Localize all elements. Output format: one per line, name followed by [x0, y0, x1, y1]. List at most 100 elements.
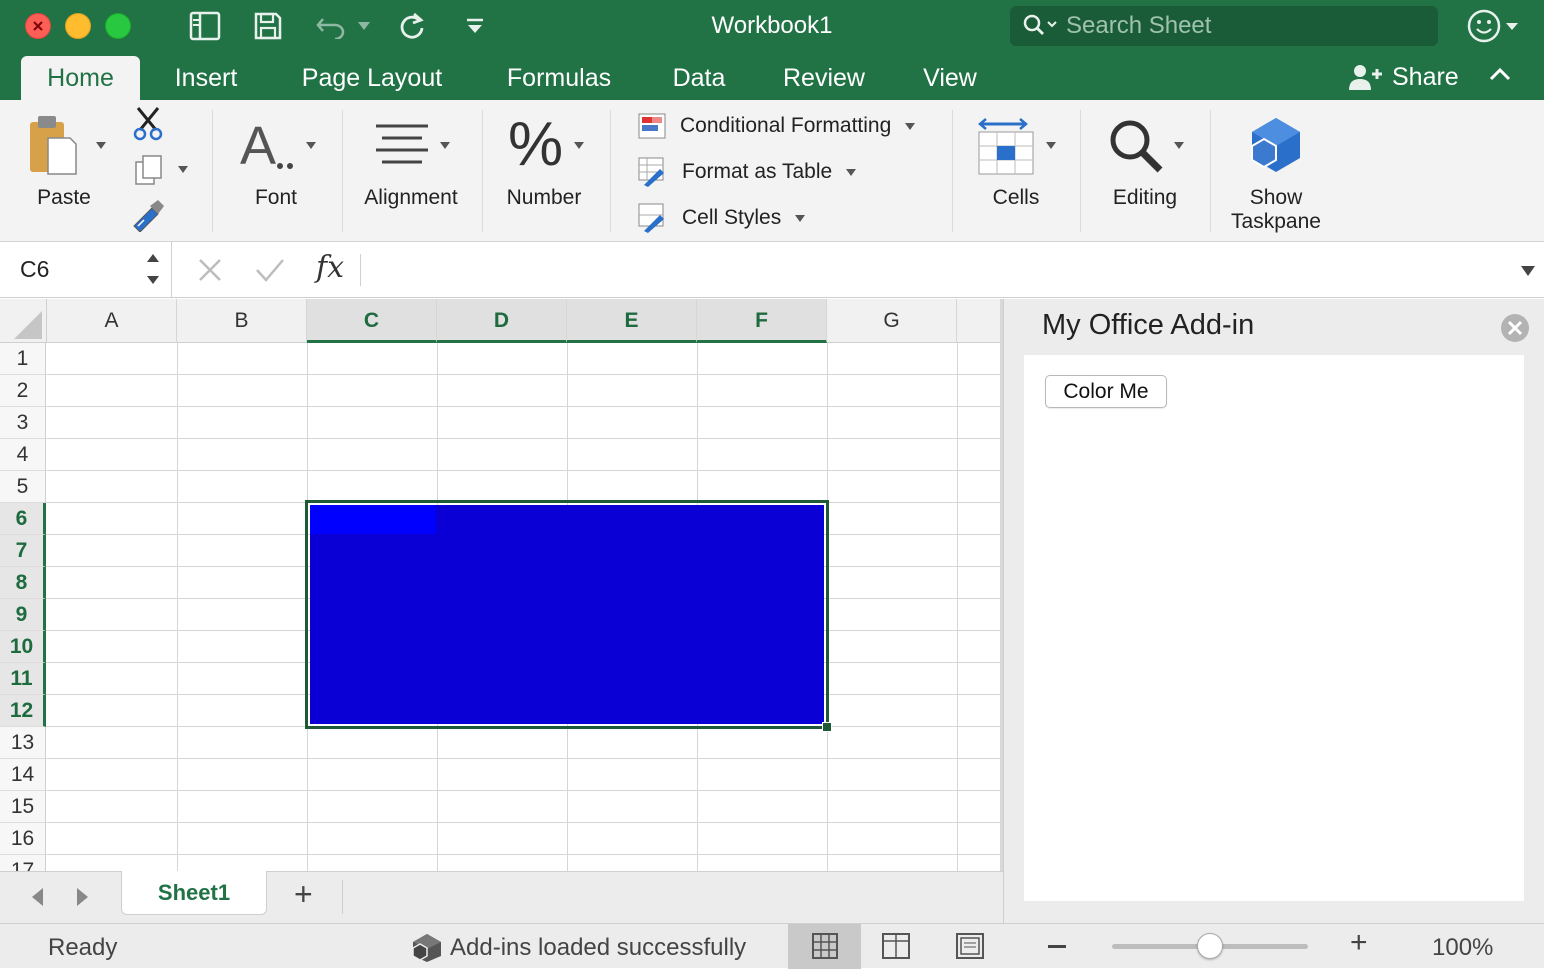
- zoom-in-button[interactable]: +: [1350, 926, 1368, 960]
- name-box[interactable]: C6: [0, 242, 172, 297]
- fill-handle[interactable]: [822, 722, 832, 732]
- sheet-tab-sheet1[interactable]: Sheet1: [121, 871, 267, 915]
- percent-icon[interactable]: %: [508, 112, 563, 178]
- tab-review[interactable]: Review: [770, 56, 878, 100]
- gridline: [177, 343, 178, 871]
- find-magnifier-icon[interactable]: [1106, 116, 1166, 179]
- previous-sheet-arrow-icon[interactable]: [28, 886, 46, 913]
- next-sheet-arrow-icon[interactable]: [74, 886, 92, 913]
- cell-styles-button[interactable]: Cell Styles: [638, 202, 806, 234]
- font-icon[interactable]: A: [240, 116, 300, 179]
- share-button[interactable]: Share: [1348, 58, 1459, 96]
- column-header-e[interactable]: E: [567, 299, 697, 343]
- copy-dropdown-icon[interactable]: [178, 166, 188, 173]
- select-all-corner[interactable]: [0, 299, 47, 343]
- column-header-b[interactable]: B: [177, 299, 307, 343]
- format-as-table-icon: [638, 157, 664, 187]
- add-sheet-button[interactable]: +: [294, 876, 313, 913]
- cells-label: Cells: [992, 186, 1040, 209]
- column-header-h-partial[interactable]: [957, 299, 1003, 343]
- column-header-c[interactable]: C: [307, 299, 437, 343]
- confirm-entry-icon[interactable]: [254, 256, 286, 289]
- close-task-pane-icon[interactable]: [1500, 313, 1530, 348]
- row-header-12[interactable]: 12: [0, 695, 46, 727]
- tab-insert[interactable]: Insert: [160, 56, 252, 100]
- alignment-icon[interactable]: [372, 122, 430, 173]
- format-painter-icon[interactable]: [130, 200, 166, 237]
- row-header-17[interactable]: 17: [0, 855, 46, 871]
- selected-range-c6-f12[interactable]: [305, 500, 829, 729]
- tab-view[interactable]: View: [910, 56, 990, 100]
- paste-icon[interactable]: [26, 112, 82, 185]
- page-break-view-icon[interactable]: [956, 933, 984, 964]
- feedback-smiley-icon[interactable]: [1466, 8, 1524, 49]
- row-header-8[interactable]: 8: [0, 567, 46, 599]
- paste-label: Paste: [37, 186, 91, 209]
- redo-icon[interactable]: [396, 10, 428, 42]
- name-box-stepper-icon[interactable]: [144, 250, 162, 288]
- minimize-window-button[interactable]: [65, 13, 91, 39]
- editing-dropdown-icon[interactable]: [1174, 142, 1184, 149]
- row-header-6[interactable]: 6: [0, 503, 46, 535]
- save-icon[interactable]: [252, 10, 284, 42]
- customize-toolbar-icon[interactable]: [462, 10, 488, 42]
- formula-bar: C6 fx: [0, 242, 1544, 298]
- search-input[interactable]: [1066, 13, 1426, 39]
- spreadsheet-grid[interactable]: A B C D E F G 1 2 3 4 5 6 7 8 9 10 11 12…: [0, 299, 1003, 871]
- conditional-formatting-button[interactable]: Conditional Formatting: [638, 110, 916, 142]
- row-header-16[interactable]: 16: [0, 823, 46, 855]
- zoom-level[interactable]: 100%: [1432, 934, 1493, 962]
- sidebar-toggle-icon[interactable]: [188, 10, 222, 42]
- alignment-label: Alignment: [364, 186, 458, 209]
- row-header-2[interactable]: 2: [0, 375, 46, 407]
- title-bar: Workbook1 Home Insert Page Layout Formul…: [0, 0, 1544, 100]
- active-cell-c6[interactable]: [310, 505, 436, 534]
- page-layout-view-icon[interactable]: [882, 933, 910, 964]
- column-header-d[interactable]: D: [437, 299, 567, 343]
- alignment-dropdown-icon[interactable]: [440, 142, 450, 149]
- normal-view-button[interactable]: [788, 924, 861, 969]
- cut-icon[interactable]: [132, 106, 164, 147]
- color-me-button[interactable]: Color Me: [1045, 375, 1167, 408]
- row-header-5[interactable]: 5: [0, 471, 46, 503]
- row-header-1[interactable]: 1: [0, 343, 46, 375]
- column-header-f[interactable]: F: [697, 299, 827, 343]
- tab-data[interactable]: Data: [660, 56, 738, 100]
- row-header-14[interactable]: 14: [0, 759, 46, 791]
- tab-page-layout[interactable]: Page Layout: [286, 56, 458, 100]
- sheet-bar-divider: [342, 880, 343, 914]
- number-dropdown-icon[interactable]: [574, 142, 584, 149]
- row-header-15[interactable]: 15: [0, 791, 46, 823]
- undo-dropdown-icon[interactable]: [356, 10, 372, 42]
- format-as-table-button[interactable]: Format as Table: [638, 156, 857, 188]
- tab-home[interactable]: Home: [21, 56, 140, 100]
- row-header-13[interactable]: 13: [0, 727, 46, 759]
- zoom-slider-thumb[interactable]: [1197, 933, 1223, 959]
- maximize-window-button[interactable]: [105, 13, 131, 39]
- row-header-4[interactable]: 4: [0, 439, 46, 471]
- show-taskpane-icon[interactable]: [1246, 114, 1306, 181]
- row-header-11[interactable]: 11: [0, 663, 46, 695]
- row-header-7[interactable]: 7: [0, 535, 46, 567]
- close-window-button[interactable]: [25, 13, 51, 39]
- formula-input[interactable]: [376, 250, 1496, 290]
- search-sheet-box[interactable]: [1010, 6, 1438, 46]
- collapse-ribbon-icon[interactable]: [1488, 66, 1512, 87]
- row-header-3[interactable]: 3: [0, 407, 46, 439]
- copy-icon[interactable]: [134, 154, 164, 193]
- row-header-9[interactable]: 9: [0, 599, 46, 631]
- tab-formulas[interactable]: Formulas: [492, 56, 626, 100]
- undo-icon[interactable]: [312, 10, 352, 42]
- insert-function-icon[interactable]: fx: [316, 250, 344, 285]
- zoom-out-button[interactable]: [1048, 945, 1066, 948]
- column-header-a[interactable]: A: [47, 299, 177, 343]
- show-taskpane-label[interactable]: Show Taskpane: [1224, 186, 1328, 234]
- column-header-g[interactable]: G: [827, 299, 957, 343]
- cancel-entry-icon[interactable]: [196, 256, 224, 289]
- cells-dropdown-icon[interactable]: [1046, 142, 1056, 149]
- font-dropdown-icon[interactable]: [306, 142, 316, 149]
- expand-formula-bar-icon[interactable]: [1520, 264, 1536, 282]
- paste-dropdown-icon[interactable]: [96, 142, 106, 149]
- row-header-10[interactable]: 10: [0, 631, 46, 663]
- cells-icon[interactable]: [976, 116, 1038, 181]
